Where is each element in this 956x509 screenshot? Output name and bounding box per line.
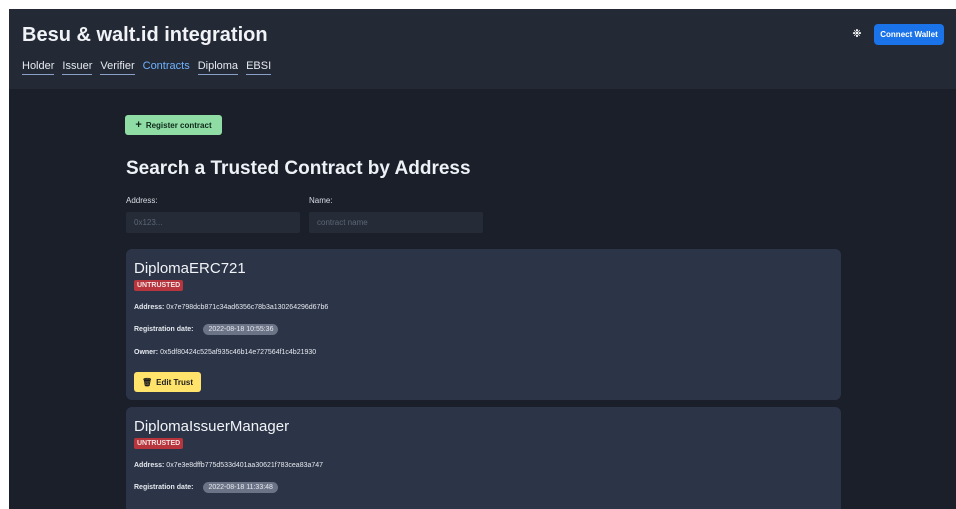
owner-row: Owner: 0x5df80424c525af935c46b14e727564f… xyxy=(134,349,316,356)
connect-wallet-button[interactable]: Connect Wallet xyxy=(874,24,944,45)
register-contract-button[interactable]: + Register contract xyxy=(125,115,222,135)
contract-name: DiplomaIssuerManager xyxy=(134,418,290,435)
owner-address: 0x5df80424c525af935c46b14e727564f1c4b219… xyxy=(160,349,317,356)
main-nav: Holder Issuer Verifier Contracts Diploma… xyxy=(22,60,279,75)
registration-row-label: Registration date: xyxy=(134,326,194,333)
status-badge: UNTRUSTED xyxy=(134,280,184,291)
address-row-label: Address: xyxy=(134,462,165,469)
nav-verifier[interactable]: Verifier xyxy=(100,60,135,75)
contract-address: 0x7e798dcb871c34ad6356c78b3a130264296d67… xyxy=(166,304,329,311)
registration-row: Registration date: 2022-08-18 10:55:36 xyxy=(134,324,279,335)
nav-issuer[interactable]: Issuer xyxy=(62,60,93,75)
edit-trust-label: Edit Trust xyxy=(156,377,194,387)
contract-card: DiplomaERC721 UNTRUSTED Address: 0x7e798… xyxy=(126,249,841,400)
contract-address-row: Address: 0x7e798dcb871c34ad6356c78b3a130… xyxy=(134,304,328,311)
registration-row: Registration date: 2022-08-18 11:33:48 xyxy=(134,482,278,493)
registration-date-badge: 2022-08-18 10:55:36 xyxy=(203,324,279,335)
top-header: Besu & walt.id integration Holder Issuer… xyxy=(9,9,956,89)
name-label: Name: xyxy=(309,196,333,205)
nav-diploma[interactable]: Diploma xyxy=(197,60,239,75)
status-badge: UNTRUSTED xyxy=(134,438,184,449)
address-label: Address: xyxy=(126,196,158,205)
owner-row-label: Owner: xyxy=(134,349,159,356)
search-title: Search a Trusted Contract by Address xyxy=(126,158,471,179)
edit-trust-button[interactable]: 🗑 Edit Trust xyxy=(134,372,201,392)
contract-name: DiplomaERC721 xyxy=(134,260,246,277)
contract-address: 0x7e3e8dffb775d533d401aa30621f783cea83a7… xyxy=(166,462,324,469)
nav-ebsi[interactable]: EBSI xyxy=(246,60,272,75)
address-input[interactable] xyxy=(126,212,300,233)
trash-icon: 🗑 xyxy=(141,377,153,387)
name-input[interactable] xyxy=(309,212,483,233)
contract-address-row: Address: 0x7e3e8dffb775d533d401aa30621f7… xyxy=(134,462,323,469)
app-title: Besu & walt.id integration xyxy=(22,24,268,46)
registration-date-badge: 2022-08-18 11:33:48 xyxy=(203,482,278,493)
theme-toggle-icon[interactable]: ❉ xyxy=(851,28,863,40)
register-contract-label: Register contract xyxy=(145,120,212,130)
nav-holder[interactable]: Holder xyxy=(22,60,55,75)
contract-card: DiplomaIssuerManager UNTRUSTED Address: … xyxy=(126,407,841,509)
plus-icon: + xyxy=(135,119,142,131)
address-row-label: Address: xyxy=(134,304,165,311)
nav-contracts[interactable]: Contracts xyxy=(143,60,190,75)
app-window: Besu & walt.id integration Holder Issuer… xyxy=(9,9,956,509)
registration-row-label: Registration date: xyxy=(134,484,194,491)
